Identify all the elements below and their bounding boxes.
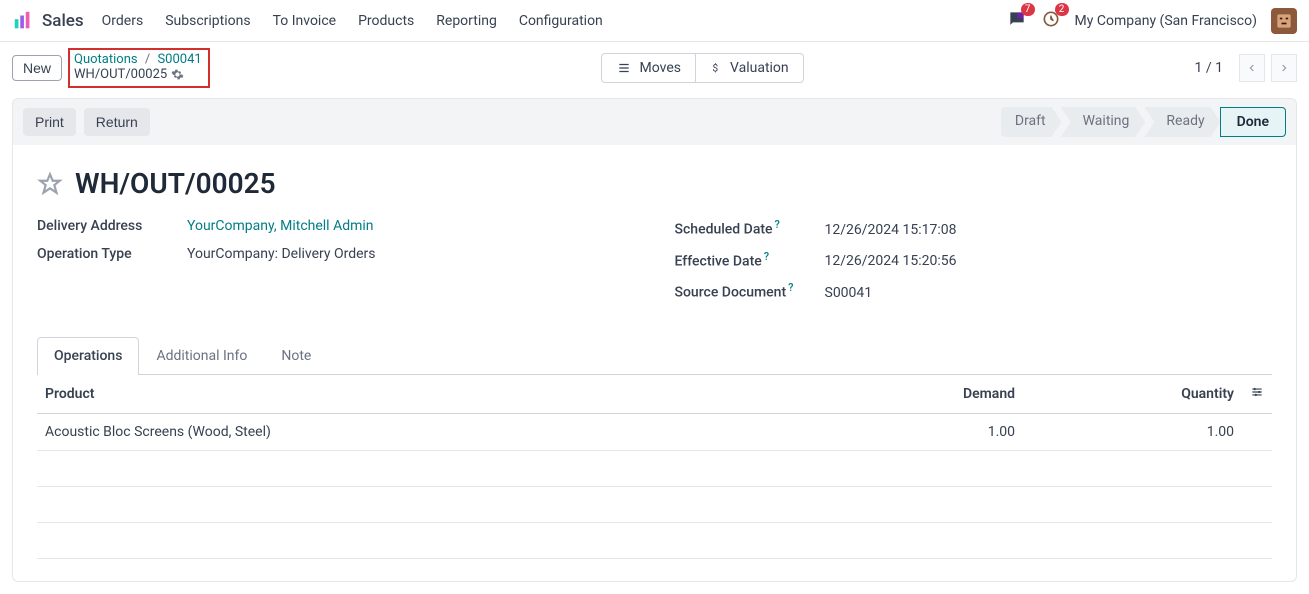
pager-text[interactable]: 1 / 1 [1195, 60, 1223, 76]
table-row-empty [37, 486, 1272, 522]
help-icon[interactable]: ? [764, 250, 769, 263]
chevron-right-icon [1279, 62, 1289, 74]
breadcrumb-current: WH/OUT/00025 [74, 67, 202, 82]
delivery-address-label: Delivery Address [37, 218, 187, 234]
breadcrumb: Quotations / S00041 [74, 52, 202, 67]
nav-to-invoice[interactable]: To Invoice [273, 13, 337, 29]
source-document-label: Source Document? [675, 281, 825, 301]
app-logo-icon [12, 10, 34, 32]
tabs: Operations Additional Info Note [37, 337, 1272, 375]
scheduled-date-label: Scheduled Date? [675, 218, 825, 238]
form-view: WH/OUT/00025 Delivery Address YourCompan… [12, 145, 1297, 582]
nav-reporting[interactable]: Reporting [436, 13, 497, 29]
col-product[interactable]: Product [37, 375, 807, 414]
cell-quantity: 1.00 [1023, 413, 1242, 450]
record-title: WH/OUT/00025 [75, 167, 276, 200]
gear-icon[interactable] [171, 68, 184, 81]
status-done[interactable]: Done [1220, 107, 1286, 137]
cell-demand: 1.00 [807, 413, 1024, 450]
breadcrumb-quotations[interactable]: Quotations [74, 52, 138, 67]
chat-badge: 7 [1021, 3, 1035, 16]
tab-operations[interactable]: Operations [37, 337, 139, 375]
nav-configuration[interactable]: Configuration [519, 13, 603, 29]
nav-products[interactable]: Products [358, 13, 414, 29]
col-demand[interactable]: Demand [807, 375, 1024, 414]
dollar-icon: $ [710, 60, 722, 76]
company-selector[interactable]: My Company (San Francisco) [1075, 13, 1257, 29]
topbar: Sales Orders Subscriptions To Invoice Pr… [0, 0, 1309, 42]
help-icon[interactable]: ? [775, 218, 780, 231]
nav-orders[interactable]: Orders [102, 13, 144, 29]
status-bar: Draft Waiting Ready Done [1002, 107, 1286, 137]
delivery-address-value[interactable]: YourCompany, Mitchell Admin [187, 218, 374, 234]
tab-note[interactable]: Note [264, 337, 328, 374]
cell-product: Acoustic Bloc Screens (Wood, Steel) [37, 413, 807, 450]
col-settings[interactable] [1242, 375, 1272, 414]
scheduled-date-value: 12/26/2024 15:17:08 [825, 222, 957, 238]
nav-subscriptions[interactable]: Subscriptions [165, 13, 250, 29]
action-bar: Print Return Draft Waiting Ready Done [12, 98, 1297, 145]
tab-additional-info[interactable]: Additional Info [139, 337, 264, 374]
moves-button[interactable]: Moves [601, 53, 696, 83]
status-waiting[interactable]: Waiting [1061, 107, 1146, 137]
col-quantity[interactable]: Quantity [1023, 375, 1242, 414]
table-row-empty [37, 450, 1272, 486]
list-icon [616, 61, 632, 75]
activity-badge: 2 [1055, 3, 1069, 16]
source-document-value: S00041 [825, 285, 873, 301]
effective-date-label: Effective Date? [675, 250, 825, 270]
fields-right: Scheduled Date? 12/26/2024 15:17:08 Effe… [675, 218, 1273, 313]
print-button[interactable]: Print [23, 108, 76, 136]
moves-label: Moves [640, 60, 681, 76]
effective-date-value: 12/26/2024 15:20:56 [825, 253, 957, 269]
control-panel: New Quotations / S00041 WH/OUT/00025 Mov… [0, 42, 1309, 98]
table-row-empty [37, 522, 1272, 558]
breadcrumb-highlight: Quotations / S00041 WH/OUT/00025 [68, 48, 210, 88]
breadcrumb-order[interactable]: S00041 [157, 52, 201, 67]
help-icon[interactable]: ? [788, 281, 793, 294]
pager-prev-button[interactable] [1239, 54, 1265, 82]
user-avatar[interactable] [1271, 8, 1297, 34]
chevron-left-icon [1247, 62, 1257, 74]
svg-text:$: $ [713, 62, 719, 75]
fields-left: Delivery Address YourCompany, Mitchell A… [37, 218, 635, 313]
operation-type-value: YourCompany: Delivery Orders [187, 246, 376, 262]
app-name[interactable]: Sales [42, 11, 84, 31]
valuation-button[interactable]: $ Valuation [696, 53, 804, 83]
operations-table: Product Demand Quantity Acoustic Bloc Sc… [37, 375, 1272, 559]
valuation-label: Valuation [730, 60, 789, 76]
status-draft[interactable]: Draft [1001, 107, 1062, 137]
return-button[interactable]: Return [84, 108, 150, 136]
new-button[interactable]: New [12, 55, 62, 81]
table-row[interactable]: Acoustic Bloc Screens (Wood, Steel) 1.00… [37, 413, 1272, 450]
pager-next-button[interactable] [1271, 54, 1297, 82]
status-ready[interactable]: Ready [1144, 107, 1220, 137]
star-icon[interactable] [37, 171, 63, 197]
breadcrumb-doc: WH/OUT/00025 [74, 67, 167, 82]
breadcrumb-separator: / [145, 52, 150, 67]
activities-button[interactable]: 2 [1041, 9, 1061, 33]
messaging-button[interactable]: 7 [1007, 9, 1027, 33]
sliders-icon [1250, 385, 1264, 399]
avatar-icon [1274, 11, 1294, 31]
operation-type-label: Operation Type [37, 246, 187, 262]
